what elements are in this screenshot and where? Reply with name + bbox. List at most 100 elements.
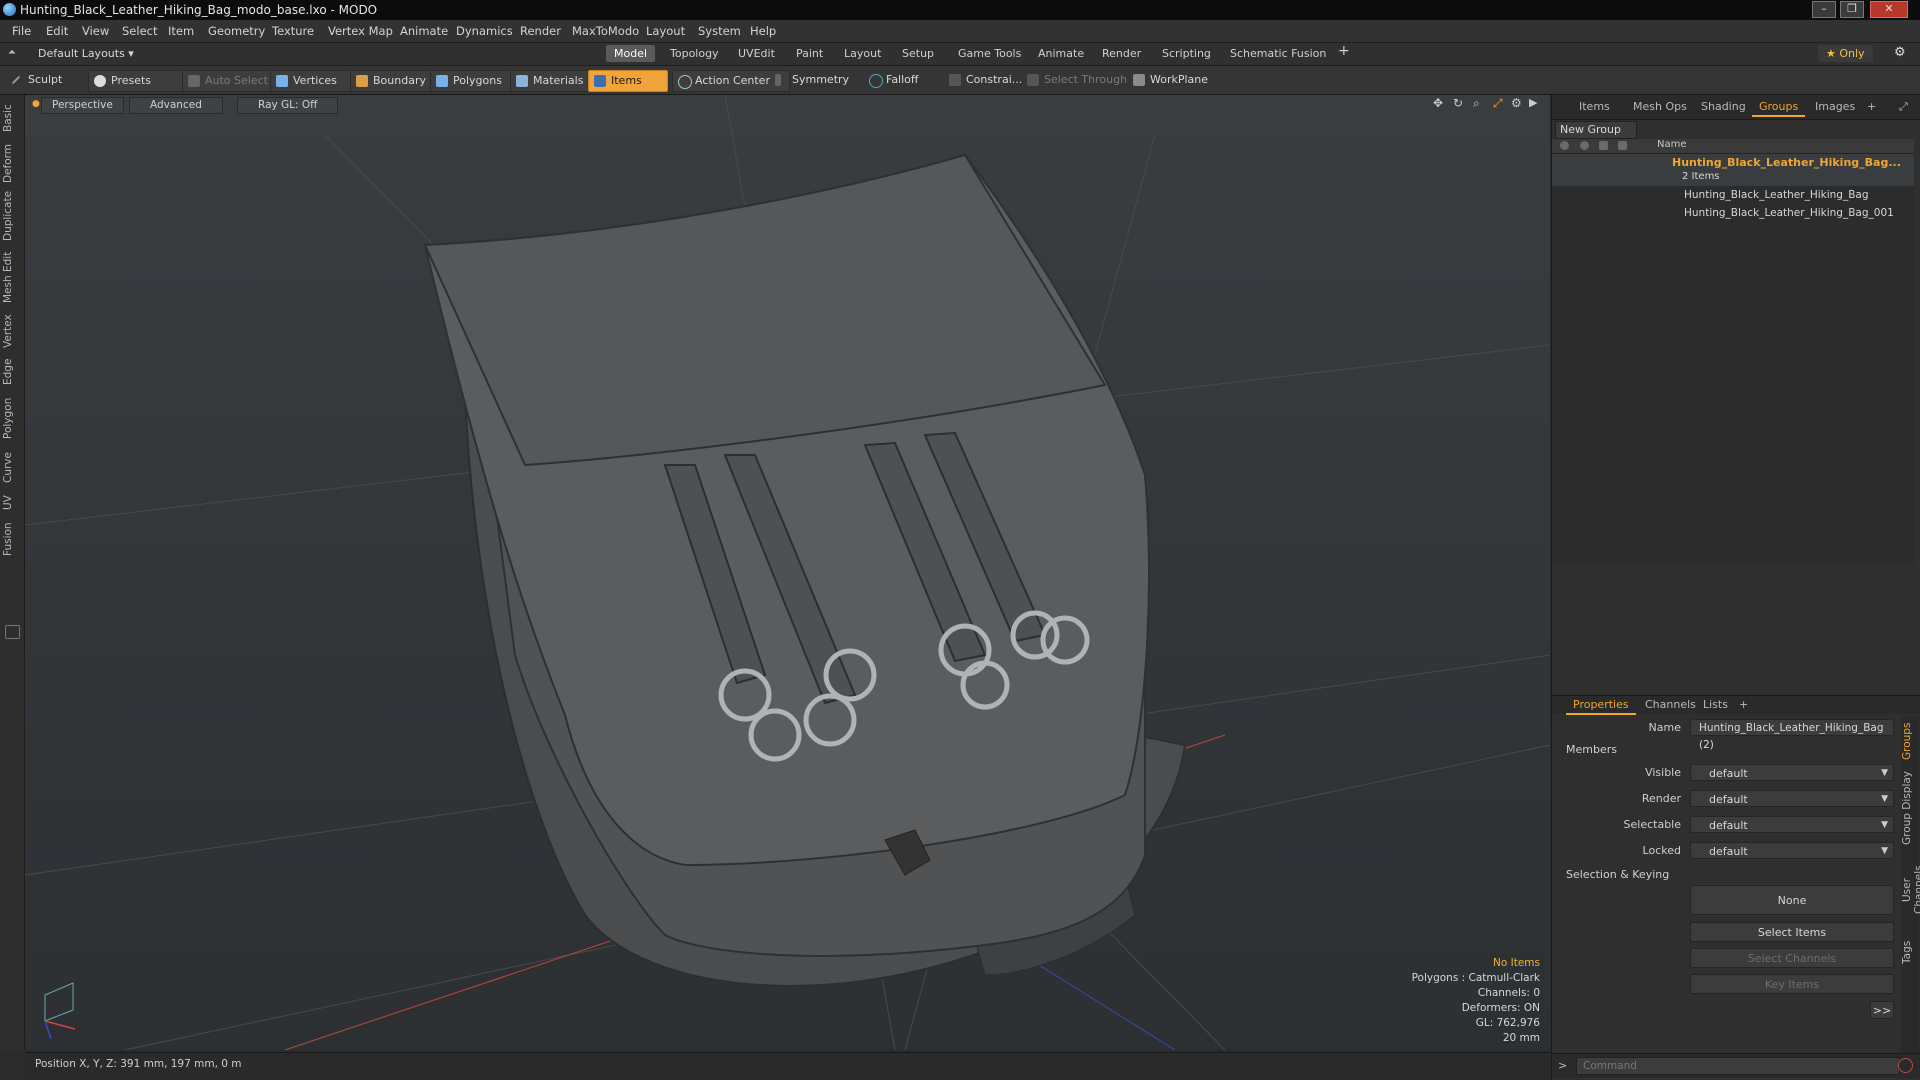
more-button[interactable]: >> <box>1870 1001 1894 1019</box>
vtab-uv[interactable]: UV <box>2 493 22 513</box>
menu-geometry[interactable]: Geometry <box>208 24 265 38</box>
selectable-dropdown[interactable]: default ▼ <box>1690 816 1894 833</box>
default-layouts-dropdown[interactable]: Default Layouts ▾ <box>38 47 134 60</box>
panel-toggle-icon[interactable] <box>5 625 20 639</box>
rotate-icon[interactable]: ↻ <box>1453 96 1463 110</box>
visibility-column-icon[interactable] <box>1560 141 1569 150</box>
raygl-toggle[interactable]: Ray GL: Off <box>237 97 339 114</box>
vtab-vertex[interactable]: Vertex <box>2 313 22 349</box>
vtab-basic[interactable]: Basic <box>2 103 22 133</box>
tab-scripting[interactable]: Scripting <box>1154 45 1219 62</box>
menu-animate[interactable]: Animate <box>400 24 448 38</box>
maximize-button[interactable]: ❐ <box>1840 1 1864 18</box>
menu-item[interactable]: Item <box>168 24 194 38</box>
menu-texture[interactable]: Texture <box>272 24 314 38</box>
add-panel-tab[interactable]: + <box>1860 99 1883 115</box>
vtab-polygon[interactable]: Polygon <box>2 395 22 441</box>
vtab-mesh-edit[interactable]: Mesh Edit <box>2 251 22 303</box>
tab-items[interactable]: Items <box>1572 99 1617 115</box>
sculpt-button[interactable]: Sculpt <box>6 70 92 90</box>
panel-maximize-icon[interactable]: ⤢ <box>1892 99 1915 115</box>
viewport-menu-icon[interactable]: ● <box>32 99 40 109</box>
vtab-fusion[interactable]: Fusion <box>2 521 22 557</box>
tab-properties[interactable]: Properties <box>1566 697 1636 715</box>
menu-edit[interactable]: Edit <box>46 24 68 38</box>
presets-button[interactable]: Presets <box>88 70 188 92</box>
locked-dropdown[interactable]: default ▼ <box>1690 842 1894 859</box>
tab-paint[interactable]: Paint <box>788 45 831 62</box>
vtab-deform[interactable]: Deform <box>2 143 22 183</box>
visible-dropdown[interactable]: default ▼ <box>1690 764 1894 781</box>
minimize-button[interactable]: – <box>1812 1 1836 18</box>
members-section[interactable]: Members <box>1566 743 1617 756</box>
close-button[interactable]: ✕ <box>1870 1 1908 18</box>
side-tab-user-channels[interactable]: User Channels <box>1901 853 1920 927</box>
record-icon[interactable] <box>1898 1058 1913 1073</box>
render-dropdown[interactable]: default ▼ <box>1690 790 1894 807</box>
menu-help[interactable]: Help <box>750 24 776 38</box>
menu-dynamics[interactable]: Dynamics <box>456 24 513 38</box>
zoom-icon[interactable]: ⌕ <box>1473 96 1480 111</box>
items-button[interactable]: Items <box>588 70 668 92</box>
menu-vertex-map[interactable]: Vertex Map <box>328 24 393 38</box>
menu-layout[interactable]: Layout <box>646 24 685 38</box>
tab-lists[interactable]: Lists <box>1696 697 1735 713</box>
tab-topology[interactable]: Topology <box>662 45 727 62</box>
workplane-button[interactable]: WorkPlane <box>1128 70 1232 90</box>
vtab-edge[interactable]: Edge <box>2 357 22 387</box>
3d-viewport[interactable]: ● Perspective Advanced Ray GL: Off ✥ ↻ ⌕… <box>25 95 1550 1050</box>
vtab-curve[interactable]: Curve <box>2 451 22 485</box>
add-properties-tab[interactable]: + <box>1732 697 1755 713</box>
menu-select[interactable]: Select <box>122 24 157 38</box>
pan-icon[interactable]: ✥ <box>1433 96 1443 110</box>
group-name-field[interactable]: Hunting_Black_Leather_Hiking_Bag (2) <box>1690 719 1894 751</box>
only-toggle[interactable]: ★ Only <box>1818 45 1873 62</box>
advanced-dropdown[interactable]: Advanced <box>129 97 223 114</box>
group-member-row[interactable]: Hunting_Black_Leather_Hiking_Bag <box>1552 188 1914 204</box>
menu-system[interactable]: System <box>698 24 741 38</box>
tab-game-tools[interactable]: Game Tools <box>950 45 1029 62</box>
tab-schematic-fusion[interactable]: Schematic Fusion <box>1222 45 1334 62</box>
menu-view[interactable]: View <box>82 24 109 38</box>
command-input[interactable] <box>1576 1057 1900 1075</box>
tab-images[interactable]: Images <box>1808 99 1862 115</box>
tab-setup[interactable]: Setup <box>894 45 942 62</box>
viewport-settings-icon[interactable]: ⚙ <box>1511 96 1522 110</box>
select-items-button[interactable]: Select Items <box>1690 922 1894 942</box>
select-column-icon[interactable] <box>1618 141 1627 150</box>
viewport-expand-icon[interactable]: ▶ <box>1529 96 1537 109</box>
tab-animate[interactable]: Animate <box>1030 45 1092 62</box>
add-tab-button[interactable]: + <box>1330 43 1358 60</box>
group-row[interactable]: Hunting_Black_Leather_Hiking_Bag... 2 It… <box>1552 154 1914 186</box>
side-tab-group-display[interactable]: Group Display <box>1901 771 1920 845</box>
side-tab-groups[interactable]: Groups <box>1901 719 1920 763</box>
side-tab-tags[interactable]: Tags <box>1901 935 1920 969</box>
falloff-button[interactable]: Falloff <box>864 70 946 90</box>
maximize-viewport-icon[interactable]: ⤢ <box>1493 96 1503 111</box>
selection-keying-section[interactable]: Selection & Keying <box>1566 868 1669 881</box>
select-channels-button[interactable]: Select Channels <box>1690 948 1894 968</box>
symmetry-button[interactable]: Symmetry <box>770 70 868 90</box>
tab-mesh-ops[interactable]: Mesh Ops <box>1626 99 1694 115</box>
render-column-icon[interactable] <box>1580 141 1589 150</box>
view-mode-dropdown[interactable]: Perspective <box>41 97 124 114</box>
settings-gear-icon[interactable]: ⚙ <box>1894 45 1906 60</box>
symmetry-icon <box>775 74 781 86</box>
lock-column-icon[interactable] <box>1599 141 1608 150</box>
layout-arrow-icon[interactable]: ⏶ <box>8 47 16 58</box>
tab-uvedit[interactable]: UVEdit <box>730 45 783 62</box>
key-items-button[interactable]: Key Items <box>1690 974 1894 994</box>
menu-maxtomodo[interactable]: MaxToModo <box>572 24 639 38</box>
tab-channels[interactable]: Channels <box>1638 697 1703 713</box>
menu-render[interactable]: Render <box>520 24 561 38</box>
tab-render[interactable]: Render <box>1094 45 1149 62</box>
tab-groups[interactable]: Groups <box>1752 99 1806 117</box>
tab-shading[interactable]: Shading <box>1694 99 1753 115</box>
new-group-button[interactable]: New Group <box>1555 121 1637 139</box>
vtab-duplicate[interactable]: Duplicate <box>2 191 22 241</box>
group-member-row[interactable]: Hunting_Black_Leather_Hiking_Bag_001 <box>1552 206 1914 222</box>
none-button[interactable]: None <box>1690 885 1894 915</box>
tab-layout[interactable]: Layout <box>836 45 889 62</box>
menu-file[interactable]: File <box>12 24 31 38</box>
tab-model[interactable]: Model <box>606 45 656 62</box>
